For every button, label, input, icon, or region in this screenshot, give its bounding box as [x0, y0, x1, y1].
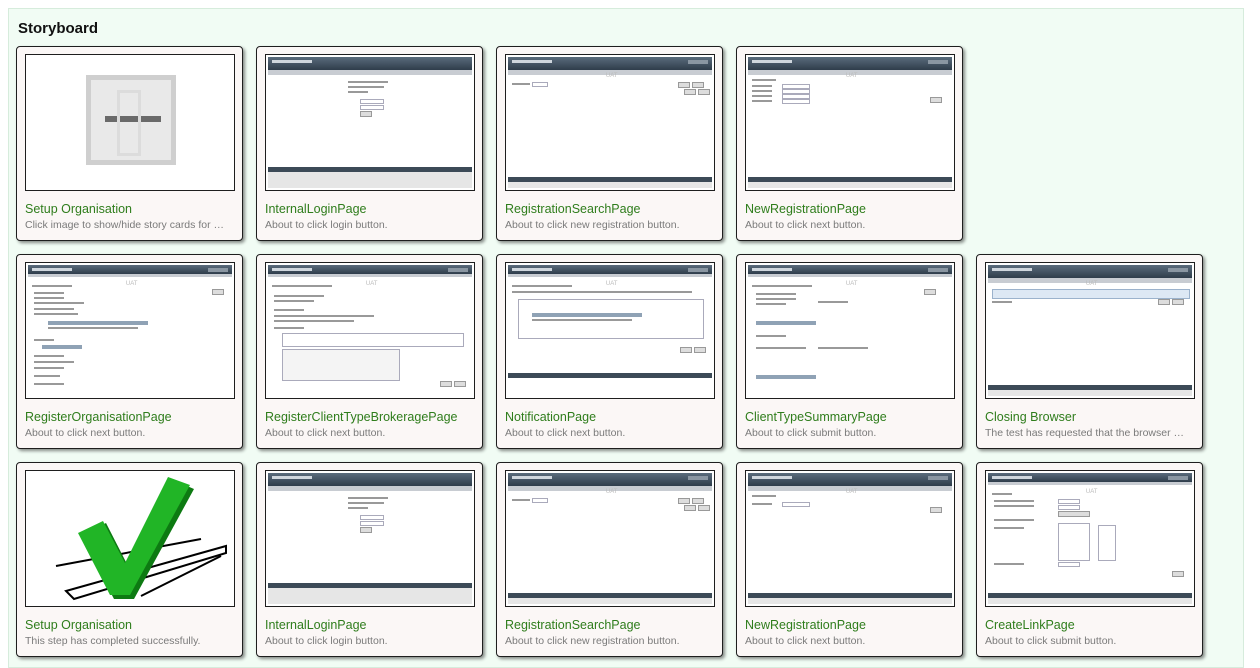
card-description: About to click next button.: [25, 427, 146, 439]
storyboard-title: Storyboard: [18, 20, 99, 37]
screenshot-thumbnail[interactable]: UAT: [745, 262, 955, 399]
card-title[interactable]: InternalLoginPage: [265, 618, 479, 632]
card-description: About to click new registration button.: [505, 635, 680, 647]
screenshot-thumbnail[interactable]: UAT: [745, 470, 955, 607]
screenshot-thumbnail[interactable]: UAT: [985, 262, 1195, 399]
setup-placeholder-image[interactable]: [25, 54, 235, 191]
card-title[interactable]: NotificationPage: [505, 410, 719, 424]
story-card-registration-search[interactable]: UAT RegistrationSearchPage About to clic…: [496, 46, 723, 241]
screenshot-thumbnail[interactable]: UAT: [985, 470, 1195, 607]
card-description: About to click next button.: [265, 427, 386, 439]
card-description: About to click new registration button.: [505, 219, 680, 231]
screenshot-thumbnail[interactable]: UAT: [505, 54, 715, 191]
story-card-internal-login[interactable]: InternalLoginPage About to click login b…: [256, 46, 483, 241]
card-description: About to click next button.: [745, 635, 866, 647]
screenshot-thumbnail[interactable]: [265, 470, 475, 607]
card-description: About to click next button.: [505, 427, 626, 439]
card-title[interactable]: NewRegistrationPage: [745, 618, 959, 632]
card-description: About to click submit button.: [985, 635, 1117, 647]
screenshot-thumbnail[interactable]: UAT: [505, 470, 715, 607]
screenshot-thumbnail[interactable]: UAT: [505, 262, 715, 399]
card-title[interactable]: ClientTypeSummaryPage: [745, 410, 959, 424]
card-title[interactable]: Setup Organisation: [25, 202, 239, 216]
story-card-setup-organisation[interactable]: Setup Organisation Click image to show/h…: [16, 46, 243, 241]
card-description: The test has requested that the browser …: [985, 427, 1185, 439]
card-title[interactable]: CreateLinkPage: [985, 618, 1199, 632]
story-card-new-registration-2[interactable]: UAT NewRegistrationPage About to click n…: [736, 462, 963, 657]
card-title[interactable]: NewRegistrationPage: [745, 202, 959, 216]
placeholder-icon: [86, 75, 176, 165]
screenshot-thumbnail[interactable]: UAT: [25, 262, 235, 399]
card-description: Click image to show/hide story cards for…: [25, 219, 224, 231]
story-card-closing-browser[interactable]: UAT Closing Browser The test has request…: [976, 254, 1203, 449]
story-card-setup-organisation-complete[interactable]: Setup Organisation This step has complet…: [16, 462, 243, 657]
checkmark-icon: [55, 477, 227, 601]
screenshot-thumbnail[interactable]: UAT: [745, 54, 955, 191]
card-title[interactable]: RegisterClientTypeBrokeragePage: [265, 410, 479, 424]
card-description: This step has completed successfully.: [25, 635, 201, 647]
story-card-registration-search-2[interactable]: UAT RegistrationSearchPage About to clic…: [496, 462, 723, 657]
screenshot-thumbnail[interactable]: UAT: [265, 262, 475, 399]
success-checkmark-image[interactable]: [25, 470, 235, 607]
story-card-client-type-summary[interactable]: UAT ClientTypeSummaryPage About to click…: [736, 254, 963, 449]
story-card-register-organisation[interactable]: UAT RegisterOrganisationPage About to cl…: [16, 254, 243, 449]
story-card-create-link[interactable]: UAT CreateLinkPage About to click submit…: [976, 462, 1203, 657]
card-description: About to click next button.: [745, 219, 866, 231]
card-title[interactable]: Setup Organisation: [25, 618, 239, 632]
screenshot-thumbnail[interactable]: [265, 54, 475, 191]
story-card-internal-login-2[interactable]: InternalLoginPage About to click login b…: [256, 462, 483, 657]
story-card-notification[interactable]: UAT NotificationPage About to click next…: [496, 254, 723, 449]
card-description: About to click login button.: [265, 219, 388, 231]
card-title[interactable]: RegistrationSearchPage: [505, 202, 719, 216]
card-title[interactable]: RegistrationSearchPage: [505, 618, 719, 632]
card-title[interactable]: Closing Browser: [985, 410, 1199, 424]
card-description: About to click login button.: [265, 635, 388, 647]
story-card-new-registration[interactable]: UAT NewRegistrationPage About to click n…: [736, 46, 963, 241]
story-card-register-client-type-brokerage[interactable]: UAT RegisterClientTypeBrokeragePage Abou…: [256, 254, 483, 449]
card-title[interactable]: InternalLoginPage: [265, 202, 479, 216]
card-description: About to click submit button.: [745, 427, 877, 439]
card-title[interactable]: RegisterOrganisationPage: [25, 410, 239, 424]
